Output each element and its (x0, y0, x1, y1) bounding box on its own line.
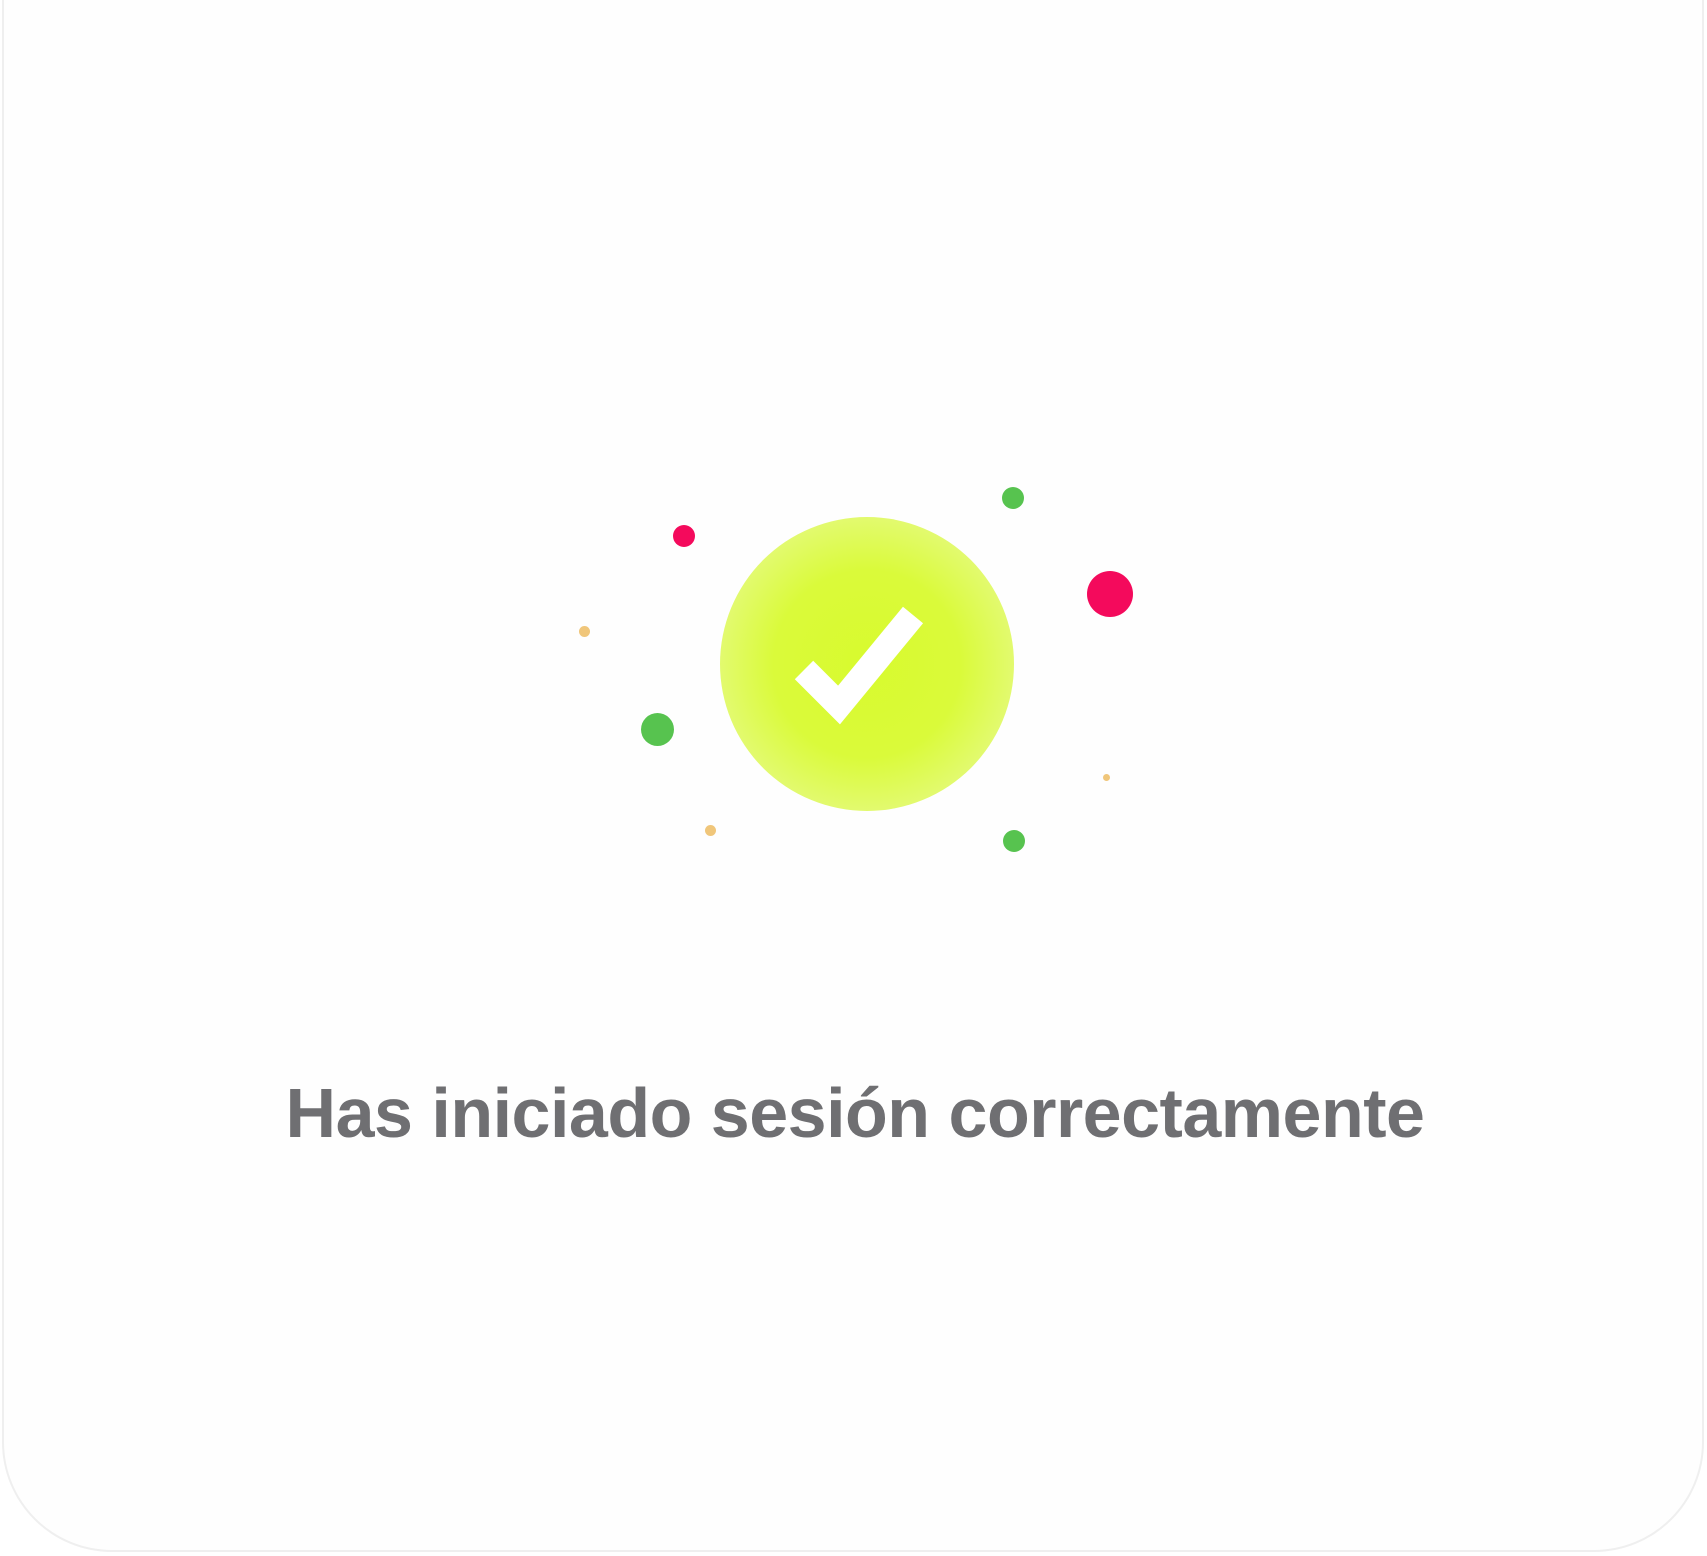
check-icon (794, 606, 924, 725)
confetti-dot (1002, 487, 1024, 509)
success-badge (720, 517, 1014, 811)
success-message: Has iniciado sesión correctamente (285, 1074, 1425, 1152)
confetti-dot (641, 713, 674, 746)
success-dialog: Has iniciado sesión correctamente (2, 0, 1704, 1552)
success-illustration (4, 0, 1702, 920)
confetti-dot (579, 626, 590, 637)
confetti-dot (1103, 774, 1110, 781)
confetti-dot (1003, 830, 1025, 852)
confetti-dot (705, 825, 716, 836)
confetti-dot (1087, 571, 1133, 617)
confetti-dot (673, 525, 695, 547)
